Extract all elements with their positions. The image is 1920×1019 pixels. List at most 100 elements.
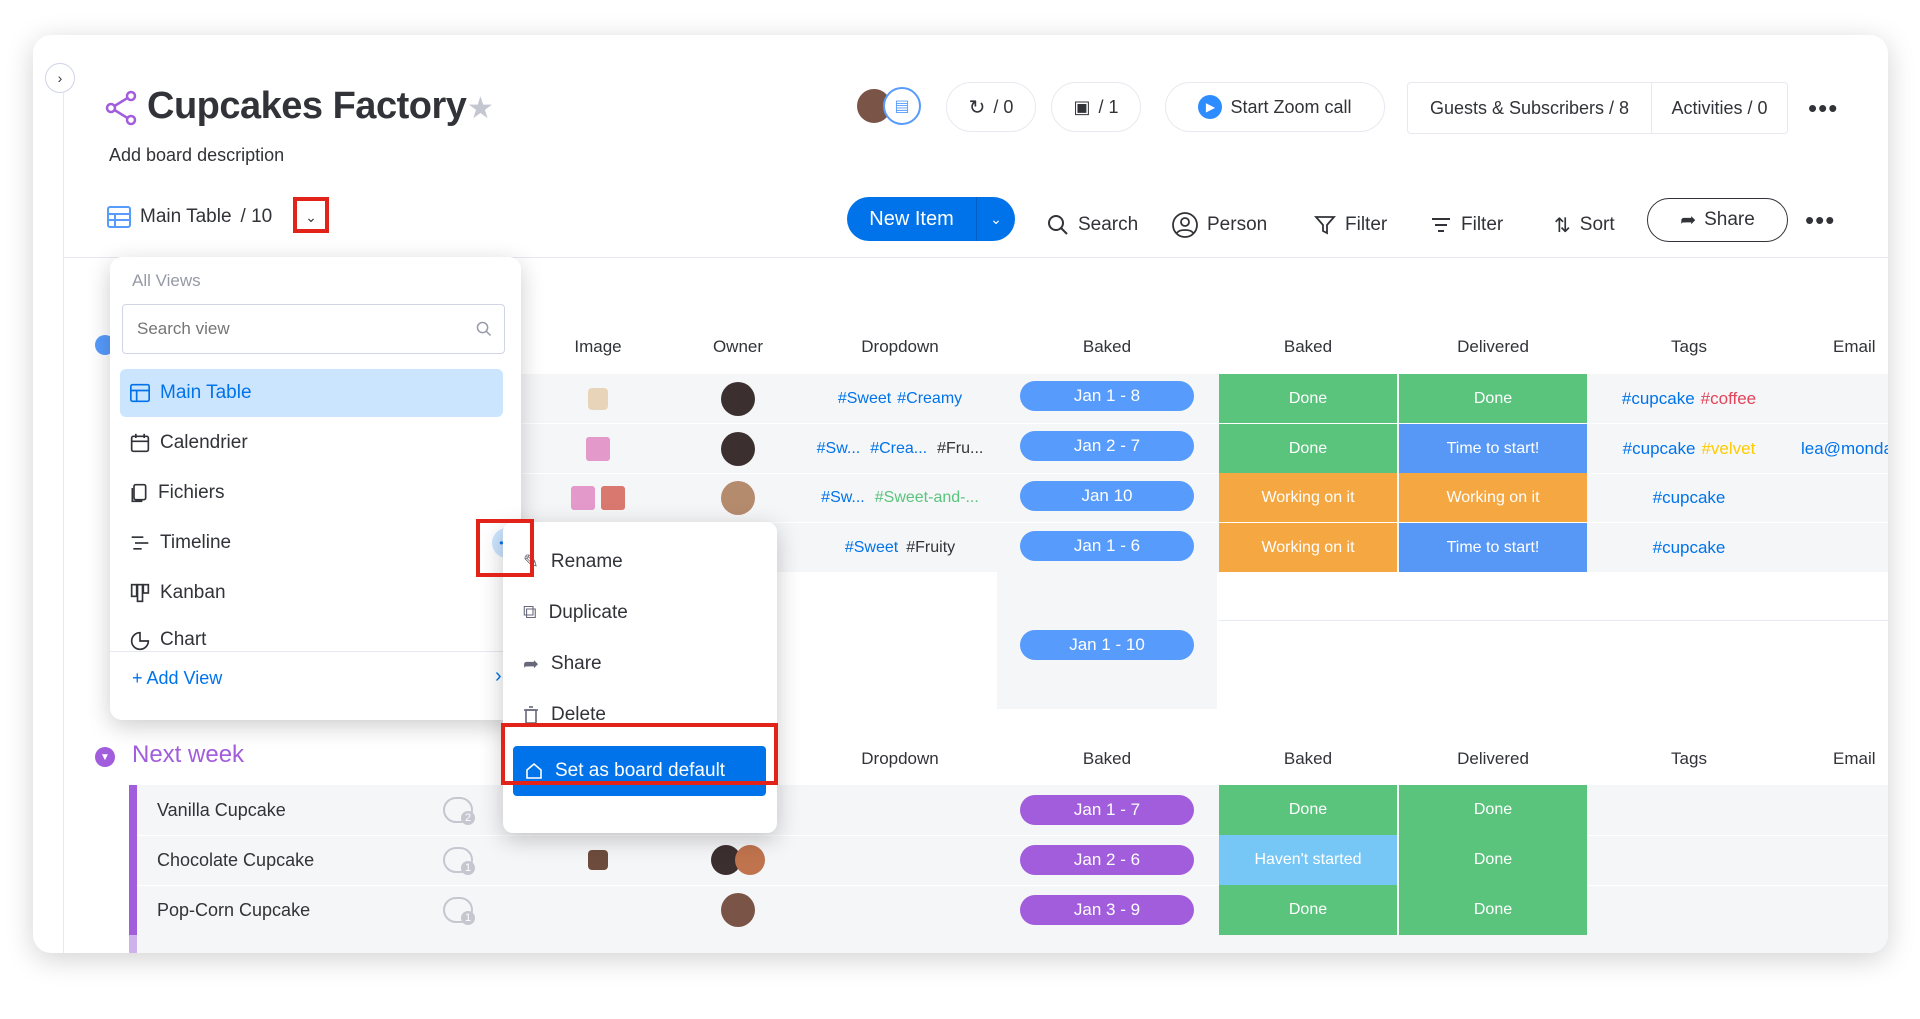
chevron-down-icon[interactable]: ⌄ <box>977 211 1015 228</box>
owner-cell[interactable] <box>673 424 803 473</box>
sort-button[interactable]: ⇅ Sort <box>1554 207 1615 243</box>
column-header-baked-status[interactable]: Baked <box>1219 337 1397 357</box>
column-header-tags[interactable]: Tags <box>1589 749 1789 769</box>
timeline-pill[interactable]: Jan 2 - 7 <box>1020 431 1194 461</box>
board-description[interactable]: Add board description <box>109 145 284 166</box>
column-header-image[interactable]: Image <box>538 337 658 357</box>
dropdown-cell[interactable]: #Sw... #Sweet-and-... <box>805 473 995 522</box>
column-header-dropdown[interactable]: Dropdown <box>805 749 995 769</box>
guests-subscribers-button[interactable]: Guests & Subscribers / 8 <box>1408 83 1652 133</box>
column-header-email[interactable]: Email <box>1833 749 1888 769</box>
view-item-timeline[interactable]: Timeline <box>120 519 503 567</box>
view-item-fichiers[interactable]: Fichiers <box>120 469 503 517</box>
group-title[interactable]: Next week <box>132 741 244 769</box>
item-name[interactable]: Chocolate Cupcake <box>157 850 314 871</box>
baked-status-cell[interactable]: Done <box>1219 885 1397 935</box>
updates-icon[interactable]: 1 <box>443 897 475 925</box>
star-icon[interactable]: ★ <box>467 91 494 126</box>
image-cell[interactable] <box>538 473 658 522</box>
integrations-button[interactable]: ▣ / 1 <box>1051 82 1141 132</box>
column-header-delivered[interactable]: Delivered <box>1399 749 1587 769</box>
column-header-owner[interactable]: Owner <box>673 337 803 357</box>
share-button[interactable]: ➦ Share <box>1647 198 1788 242</box>
delivered-status-cell[interactable]: Done <box>1399 835 1587 885</box>
view-search-box[interactable] <box>122 304 505 354</box>
menu-item-share[interactable]: ➦ Share <box>523 644 602 684</box>
column-header-delivered[interactable]: Delivered <box>1399 337 1587 357</box>
baked-status-cell[interactable]: Working on it <box>1219 523 1397 572</box>
column-header-baked-status[interactable]: Baked <box>1219 749 1397 769</box>
item-name[interactable]: Vanilla Cupcake <box>157 800 286 821</box>
tag-label: #velvet <box>1701 438 1756 458</box>
delivered-status-cell[interactable]: Working on it <box>1399 473 1587 522</box>
image-cell[interactable] <box>538 424 658 473</box>
new-item-button[interactable]: New Item ⌄ <box>847 197 1015 241</box>
timeline-pill[interactable]: Jan 1 - 6 <box>1020 531 1194 561</box>
more-options-icon[interactable]: ••• <box>1808 93 1838 124</box>
table-icon <box>130 383 150 403</box>
item-name[interactable]: Pop-Corn Cupcake <box>157 900 310 921</box>
timeline-pill[interactable]: Jan 2 - 6 <box>1020 845 1194 875</box>
board-title[interactable]: Cupcakes Factory <box>147 85 467 128</box>
owner-cell[interactable] <box>673 473 803 522</box>
automations-button[interactable]: ↻ / 0 <box>946 82 1036 132</box>
view-item-main-table[interactable]: Main Table <box>120 369 503 417</box>
delivered-status-cell[interactable]: Done <box>1399 885 1587 935</box>
view-item-calendrier[interactable]: Calendrier <box>120 419 503 467</box>
column-header-baked-timeline[interactable]: Baked <box>997 749 1217 769</box>
summary-timeline-pill[interactable]: Jan 1 - 10 <box>1020 630 1194 660</box>
tags-cell[interactable]: #cupcake #coffee <box>1589 374 1789 423</box>
toolbar-more-icon[interactable]: ••• <box>1805 205 1835 236</box>
owner-cell[interactable] <box>673 885 803 935</box>
dropdown-cell[interactable]: #Sweet #Creamy <box>805 374 995 423</box>
owner-cell[interactable] <box>673 374 803 423</box>
group-collapse-icon[interactable]: ▼ <box>95 747 115 767</box>
search-view-input[interactable] <box>135 318 476 340</box>
chevron-right-icon[interactable]: › <box>495 665 502 688</box>
board-members[interactable]: ▤ <box>855 87 921 127</box>
tags-cell[interactable]: #cupcake #velvet <box>1589 424 1789 473</box>
collapse-sidebar-button[interactable]: › <box>45 63 75 93</box>
email-cell[interactable]: lea@monda <box>1793 424 1888 473</box>
view-selector[interactable]: Main Table / 10 <box>107 199 272 235</box>
view-item-chart[interactable]: Chart <box>120 617 503 651</box>
activities-button[interactable]: Activities / 0 <box>1652 98 1787 119</box>
tags-cell[interactable]: #cupcake <box>1589 473 1789 522</box>
timeline-pill[interactable]: Jan 1 - 8 <box>1020 381 1194 411</box>
owner-cell[interactable] <box>673 835 803 885</box>
baked-status-cell[interactable]: Done <box>1219 424 1397 473</box>
view-item-label: Timeline <box>160 532 232 553</box>
updates-icon[interactable]: 1 <box>443 847 475 875</box>
automations-count: / 0 <box>993 96 1014 117</box>
baked-status-cell[interactable]: Done <box>1219 374 1397 423</box>
person-filter-button[interactable]: Person <box>1172 207 1267 243</box>
baked-status-cell[interactable]: Working on it <box>1219 473 1397 522</box>
column-header-tags[interactable]: Tags <box>1589 337 1789 357</box>
menu-item-duplicate[interactable]: ⧉ Duplicate <box>523 593 628 633</box>
timeline-pill[interactable]: Jan 10 <box>1020 481 1194 511</box>
delivered-status-cell[interactable]: Time to start! <box>1399 424 1587 473</box>
baked-status-cell[interactable]: Done <box>1219 785 1397 835</box>
filter-button[interactable]: Filter <box>1314 207 1387 243</box>
timeline-pill[interactable]: Jan 1 - 7 <box>1020 795 1194 825</box>
delivered-status-cell[interactable]: Done <box>1399 785 1587 835</box>
column-header-email[interactable]: Email <box>1833 337 1888 357</box>
dropdown-cell[interactable]: #Sweet #Fruity <box>805 523 995 572</box>
column-header-baked-timeline[interactable]: Baked <box>997 337 1217 357</box>
tags-cell[interactable]: #cupcake <box>1589 523 1789 572</box>
image-cell[interactable] <box>538 835 658 885</box>
timeline-pill[interactable]: Jan 3 - 9 <box>1020 895 1194 925</box>
baked-status-cell[interactable]: Haven't started <box>1219 835 1397 885</box>
column-header-dropdown[interactable]: Dropdown <box>805 337 995 357</box>
zoom-call-button[interactable]: ▶ Start Zoom call <box>1165 82 1385 132</box>
filter-lines-button[interactable]: Filter <box>1430 207 1503 243</box>
search-button[interactable]: Search <box>1047 207 1138 243</box>
image-cell[interactable] <box>538 374 658 423</box>
menu-item-rename[interactable]: ✎ Rename <box>523 542 623 582</box>
delivered-status-cell[interactable]: Time to start! <box>1399 523 1587 572</box>
view-item-kanban[interactable]: Kanban <box>120 569 503 617</box>
dropdown-cell[interactable]: #Sw... #Crea... #Fru... <box>805 424 995 473</box>
add-view-button[interactable]: + Add View <box>132 668 222 689</box>
updates-icon[interactable]: 2 <box>443 797 475 825</box>
delivered-status-cell[interactable]: Done <box>1399 374 1587 423</box>
